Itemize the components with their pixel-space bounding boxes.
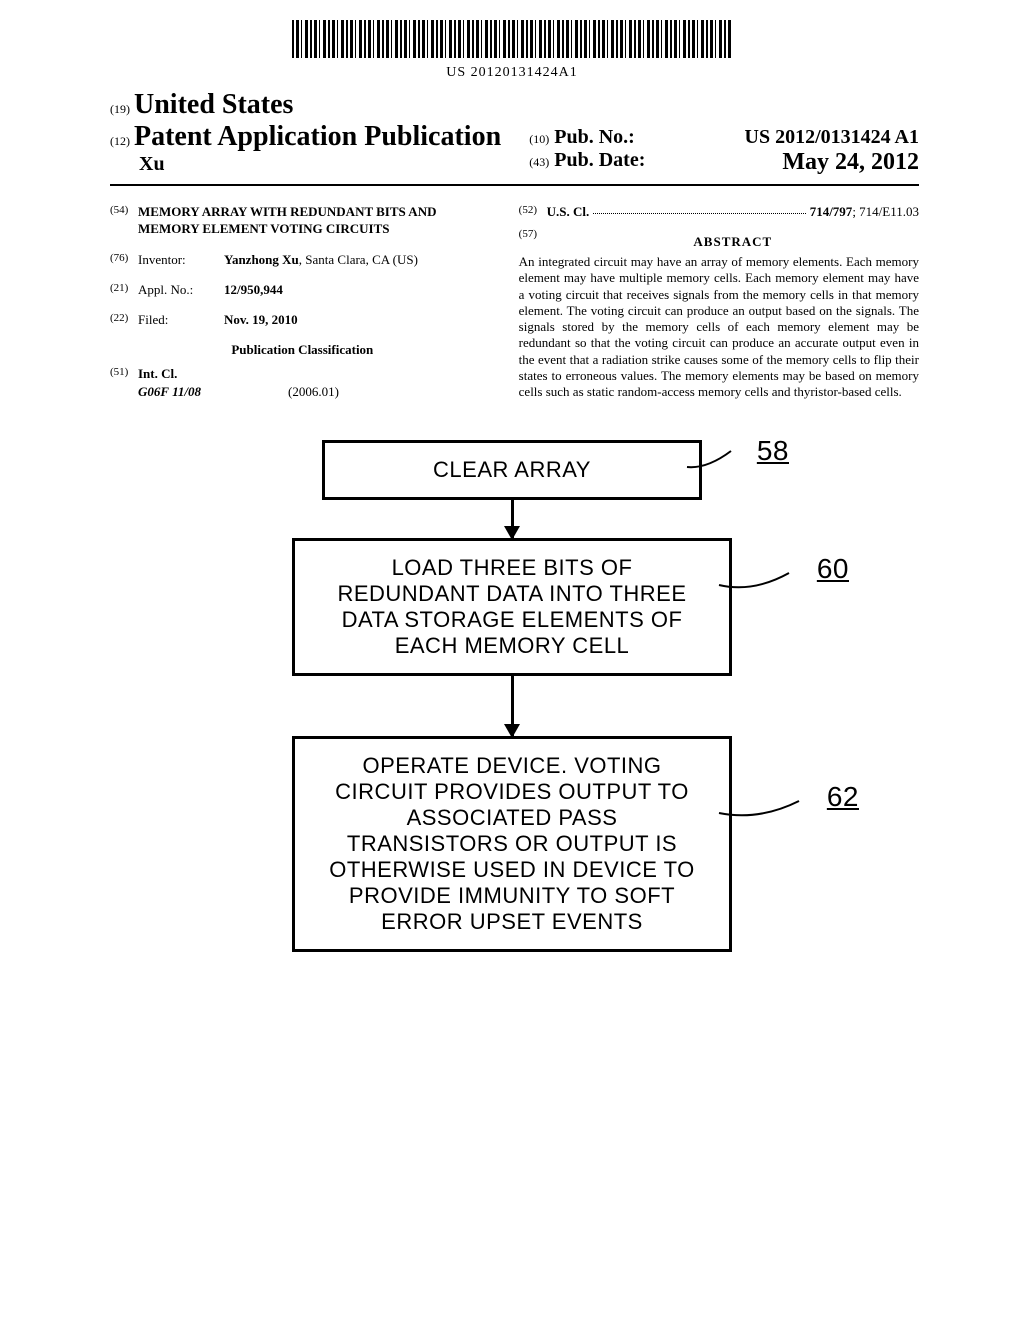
invention-title: MEMORY ARRAY WITH REDUNDANT BITS AND MEM… (138, 204, 495, 238)
intcl-label: Int. Cl. (138, 366, 495, 382)
intcl-block: G06F 11/08 (2006.01) (138, 384, 495, 400)
filed-value: Nov. 19, 2010 (224, 312, 495, 328)
reference-60: 60 (817, 553, 849, 585)
title-code: (54) (110, 204, 138, 238)
right-column: (52) U.S. Cl. 714/797; 714/E11.03 (57) A… (519, 204, 919, 400)
flowchart-diagram: CLEAR ARRAY 58 LOAD THREE BITS OF REDUND… (212, 440, 812, 952)
reference-58: 58 (757, 435, 789, 467)
uscl-label: U.S. Cl. (547, 204, 590, 220)
lead-line-58 (687, 449, 743, 471)
appl-value: 12/950,944 (224, 282, 495, 298)
pub-no-line: (10) Pub. No.: US 2012/0131424 A1 (529, 126, 919, 149)
appl-code: (21) (110, 282, 138, 298)
flow-box-load-bits: LOAD THREE BITS OF REDUNDANT DATA INTO T… (292, 538, 732, 676)
flow-box-clear-array: CLEAR ARRAY 58 (322, 440, 702, 500)
reference-62: 62 (827, 781, 859, 813)
inventor-code: (76) (110, 252, 138, 268)
filed-code: (22) (110, 312, 138, 328)
barcode-block (0, 20, 1024, 63)
left-column: (54) MEMORY ARRAY WITH REDUNDANT BITS AN… (110, 204, 495, 400)
inventor-row: (76) Inventor: Yanzhong Xu, Santa Clara,… (110, 252, 495, 268)
uscl-dots (593, 204, 805, 214)
publication-classification-heading: Publication Classification (110, 342, 495, 358)
pub-no-code: (10) (529, 132, 549, 146)
intcl-year: (2006.01) (288, 384, 339, 400)
abstract-heading: ABSTRACT (547, 234, 919, 250)
pub-type: Patent Application Publication (134, 121, 501, 152)
patent-page: US 20120131424A1 (19) United States (12)… (0, 0, 1024, 1320)
pub-date-label: Pub. Date: (554, 149, 645, 171)
barcode-number: US 20120131424A1 (0, 65, 1024, 81)
country-line: (19) United States (110, 89, 519, 121)
uscl-row: (52) U.S. Cl. 714/797; 714/E11.03 (519, 204, 919, 220)
flow-box-1-text: CLEAR ARRAY (433, 457, 591, 482)
flow-arrow-1 (511, 500, 514, 538)
lead-line-60 (719, 571, 799, 593)
country-name: United States (134, 89, 293, 120)
flow-box-operate-device: OPERATE DEVICE. VOTING CIRCUIT PROVIDES … (292, 736, 732, 952)
pub-date-code: (43) (529, 155, 549, 169)
country-code: (19) (110, 102, 130, 116)
flow-box-2-text: LOAD THREE BITS OF REDUNDANT DATA INTO T… (337, 555, 686, 658)
barcode-graphic (292, 20, 732, 58)
lead-line-62 (719, 799, 809, 821)
uscl-value-secondary: ; 714/E11.03 (852, 204, 919, 219)
inventor-value: Yanzhong Xu, Santa Clara, CA (US) (224, 252, 495, 268)
appl-label: Appl. No.: (138, 282, 224, 298)
pub-date-value: May 24, 2012 (782, 149, 919, 176)
pub-type-code: (12) (110, 134, 130, 148)
flow-box-3-text: OPERATE DEVICE. VOTING CIRCUIT PROVIDES … (329, 753, 695, 934)
abstract-code: (57) (519, 228, 547, 254)
author-line: Xu (110, 153, 519, 176)
intcl-row: (51) Int. Cl. (110, 366, 495, 382)
header: (19) United States (12) Patent Applicati… (110, 89, 919, 186)
flow-arrow-2 (511, 676, 514, 736)
title-row: (54) MEMORY ARRAY WITH REDUNDANT BITS AN… (110, 204, 495, 238)
pub-type-line: (12) Patent Application Publication (110, 121, 519, 153)
pub-date-line: (43) Pub. Date: May 24, 2012 (529, 149, 919, 172)
appl-row: (21) Appl. No.: 12/950,944 (110, 282, 495, 298)
pub-no-label: Pub. No.: (554, 126, 635, 148)
pub-no-value: US 2012/0131424 A1 (745, 126, 919, 149)
uscl-value-primary: 714/797 (810, 204, 853, 219)
abstract-heading-row: (57) ABSTRACT (519, 228, 919, 254)
uscl-code: (52) (519, 204, 547, 220)
filed-row: (22) Filed: Nov. 19, 2010 (110, 312, 495, 328)
uscl-values: 714/797; 714/E11.03 (810, 204, 919, 220)
inventor-location: , Santa Clara, CA (US) (299, 252, 418, 267)
intcl-code: (51) (110, 366, 138, 382)
filed-label: Filed: (138, 312, 224, 328)
content-columns: (54) MEMORY ARRAY WITH REDUNDANT BITS AN… (110, 204, 919, 400)
inventor-label: Inventor: (138, 252, 224, 268)
intcl-classification: G06F 11/08 (138, 384, 288, 400)
inventor-name: Yanzhong Xu (224, 252, 299, 267)
abstract-text: An integrated circuit may have an array … (519, 254, 919, 400)
